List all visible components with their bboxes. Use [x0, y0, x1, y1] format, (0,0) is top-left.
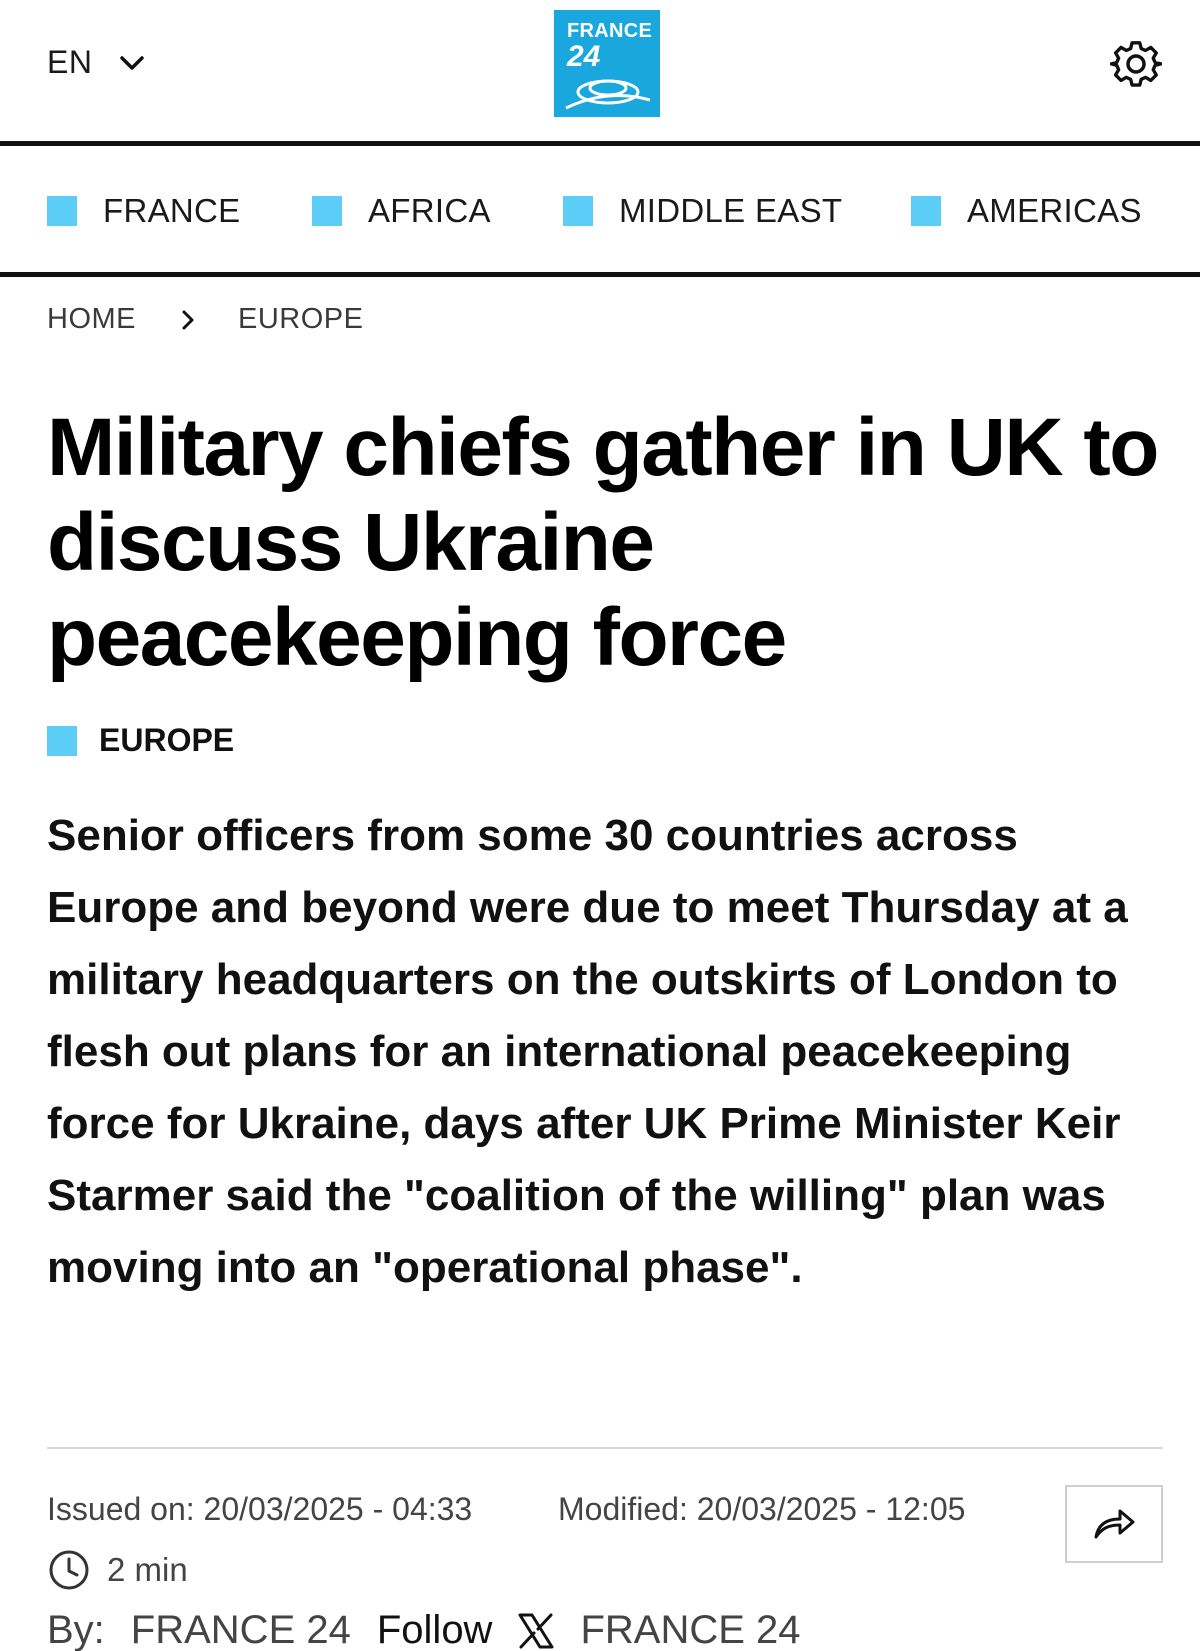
language-selector[interactable]: EN [47, 44, 146, 81]
nav-square-marker [312, 196, 342, 226]
byline: By: FRANCE 24 Follow FRANCE 24 [47, 1608, 801, 1651]
nav-label: MIDDLE EAST [619, 192, 843, 229]
x-handle-link[interactable]: FRANCE 24 [580, 1608, 800, 1651]
nav-item-france[interactable]: FRANCE [47, 192, 240, 230]
nav-square-marker [47, 196, 77, 226]
france24-logo[interactable]: FRANCE 24 [554, 10, 660, 117]
breadcrumb: HOME EUROPE [47, 303, 363, 336]
nav-item-africa[interactable]: AFRICA [312, 192, 491, 230]
nav-square-marker [563, 196, 593, 226]
read-time: 2 min [47, 1548, 188, 1592]
article-lead: Senior officers from some 30 countries a… [47, 811, 1128, 1292]
language-code: EN [47, 44, 93, 80]
nav-label: AMERICAS [967, 192, 1142, 229]
share-button[interactable] [1065, 1485, 1163, 1563]
nav-square-marker [911, 196, 941, 226]
follow-button[interactable]: Follow [377, 1608, 493, 1651]
nav-item-americas[interactable]: AMERICAS [911, 192, 1142, 230]
article-title: Military chiefs gather in UK to discuss … [47, 402, 1159, 683]
meta-divider [47, 1447, 1163, 1449]
gear-icon[interactable] [1110, 38, 1162, 90]
nav-item-middle-east[interactable]: MIDDLE EAST [563, 192, 842, 230]
breadcrumb-europe[interactable]: EUROPE [238, 303, 363, 336]
breadcrumb-home[interactable]: HOME [47, 303, 136, 336]
category-square-marker [47, 725, 77, 756]
byline-author[interactable]: FRANCE 24 [131, 1608, 351, 1651]
x-logo-icon[interactable] [516, 1611, 556, 1651]
nav-label: FRANCE [103, 192, 241, 229]
share-arrow-icon [1094, 1509, 1135, 1539]
chevron-right-icon [182, 310, 194, 329]
modified-date: Modified: 20/03/2025 - 12:05 [558, 1491, 966, 1527]
section-nav: FRANCE AFRICA MIDDLE EAST AMERICAS [0, 146, 1200, 272]
article-category[interactable]: EUROPE [47, 722, 234, 759]
clock-icon [49, 1550, 89, 1590]
issued-date: Issued on: 20/03/2025 - 04:33 [47, 1491, 473, 1527]
nav-label: AFRICA [368, 192, 491, 229]
category-label: EUROPE [99, 722, 235, 758]
nav-divider [0, 272, 1200, 277]
byline-label: By: [47, 1608, 105, 1651]
read-time-text: 2 min [107, 1551, 188, 1588]
top-bar: EN FRANCE 24 [0, 0, 1200, 142]
chevron-down-icon [120, 55, 145, 70]
logo-waves-graphic [565, 79, 651, 110]
